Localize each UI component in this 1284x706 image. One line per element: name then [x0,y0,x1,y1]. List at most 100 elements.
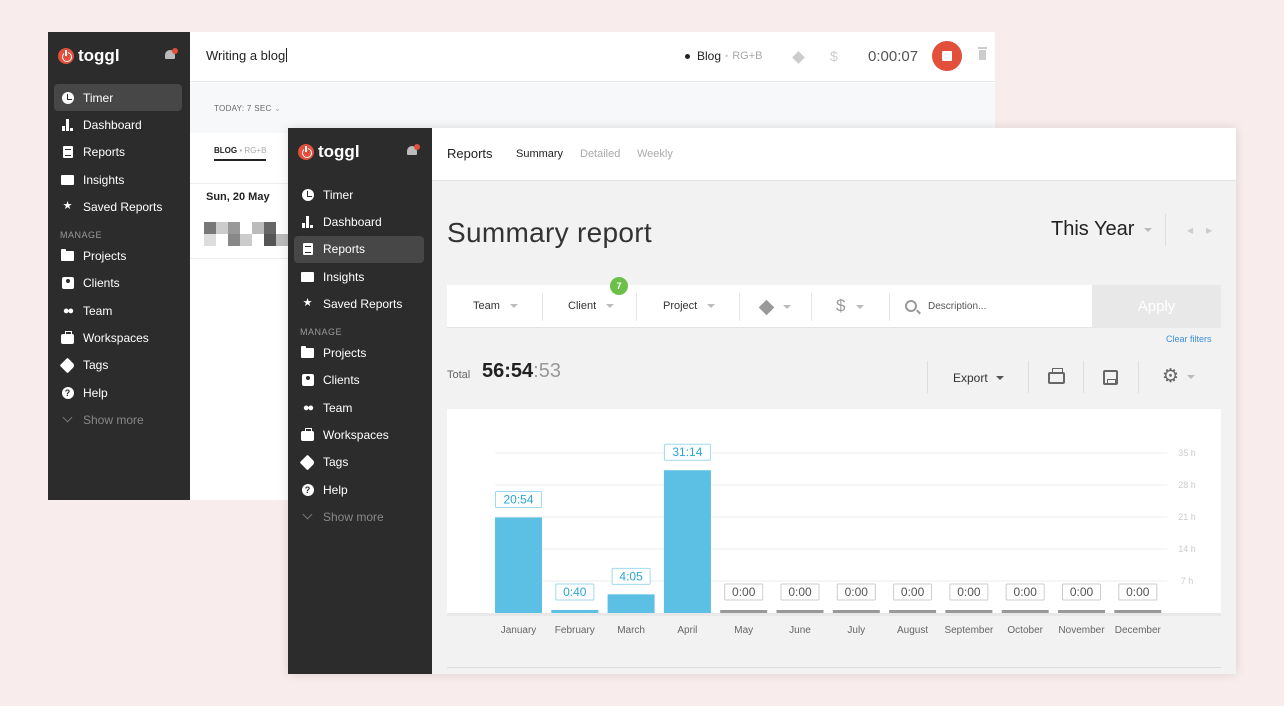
timer-duration: 0:00:07 [868,48,919,65]
sidebar-show-more[interactable]: Show more [54,406,182,433]
filter-bar: Team Client 7 Project $ Description... A… [447,277,1221,328]
export-button[interactable]: Export [953,371,1004,385]
briefcase-icon [301,428,314,442]
team-icon: ●● [302,401,314,414]
project-filter[interactable]: Project [663,300,716,312]
sidebar-item-projects[interactable]: Projects [54,242,182,269]
billable-filter-icon[interactable]: $ [836,296,845,316]
sidebar-item-projects[interactable]: Projects [294,339,424,366]
filter-label: Project [663,300,698,312]
chevron-down-icon[interactable]: ⌄ [274,104,281,113]
project-color-dot [685,53,690,59]
data-label: 0:40 [563,585,587,599]
project-name: Blog [697,49,722,63]
period-selector[interactable]: This Year [1051,218,1153,241]
star-icon: ★ [302,297,313,310]
clear-filters-link[interactable]: Clear filters [1166,334,1212,344]
y-tick-label: 21 h [1178,512,1196,522]
sidebar-item-label: Team [83,303,113,318]
notification-bell-icon[interactable] [164,48,178,61]
sidebar-item-label: Help [83,385,108,400]
timer-project-selector[interactable]: Blog • RG+B [685,49,762,63]
export-label: Export [953,371,988,385]
client-filter[interactable]: Client [568,300,615,312]
sidebar-item-help[interactable]: ? Help [294,476,424,503]
gear-icon[interactable]: ⚙ [1162,365,1179,388]
sidebar-item-tags[interactable]: Tags [54,352,182,379]
bar-chart: 7 h 14 h 21 h 28 h 35 h 20:54 January 0:40 Febru… [447,443,1221,636]
sidebar-item-clients[interactable]: Clients [54,270,182,297]
bar-july [832,610,880,613]
toggl-logo[interactable]: toggl [298,142,360,162]
data-label: 0:00 [732,585,756,599]
description-search-input[interactable]: Description... [928,301,986,312]
chevron-down-icon [61,412,74,426]
sidebar-item-label: Clients [83,276,120,291]
sidebar-item-label: Saved Reports [83,199,163,214]
tab-summary[interactable]: Summary [516,148,563,160]
sidebar-item-workspaces[interactable]: Workspaces [294,421,424,448]
billable-dollar-icon[interactable]: $ [830,48,838,64]
date-label: Sun, 20 May [206,191,270,203]
sidebar-item-team[interactable]: ●● Team [54,297,182,324]
previous-period-icon[interactable]: ◀ [1187,226,1193,235]
chevron-down-icon[interactable] [856,305,864,309]
timer-description-input[interactable]: Writing a blog [206,48,287,63]
sidebar-item-insights[interactable]: Insights [54,166,182,193]
sidebar-item-timer[interactable]: Timer [294,181,424,208]
manage-heading: MANAGE [60,230,103,241]
help-icon: ? [61,386,74,399]
sidebar-item-reports[interactable]: Reports [294,235,424,263]
sidebar-item-dashboard[interactable]: Dashboard [294,208,424,235]
sidebar-show-more[interactable]: Show more [294,503,424,530]
data-label: 0:00 [1126,585,1150,599]
filter-label: Team [473,300,500,312]
sidebar-item-help[interactable]: ? Help [54,379,182,406]
next-period-icon[interactable]: ▶ [1206,226,1212,235]
divider [739,293,740,321]
x-tick-label: August [897,625,928,636]
divider [889,293,890,321]
power-icon [298,144,314,160]
sidebar-item-label: Workspaces [323,428,389,443]
project-filter-tab[interactable]: BLOG • RG+B [214,146,267,161]
team-filter[interactable]: Team [473,300,518,312]
sidebar-item-reports[interactable]: Reports [54,139,182,166]
bar-august [889,610,937,613]
save-icon[interactable] [1103,370,1118,385]
sidebar-item-dashboard[interactable]: Dashboard [54,111,182,138]
stop-timer-button[interactable] [932,41,962,71]
sidebar-item-saved-reports[interactable]: ★ Saved Reports [294,290,424,317]
sidebar-item-label: Dashboard [323,214,382,229]
tab-weekly[interactable]: Weekly [637,148,673,160]
summary-chart: 7 h 14 h 21 h 28 h 35 h 20:54 January 0:40 Febru… [447,409,1221,636]
bar-may [720,610,768,613]
apply-button[interactable]: Apply [1092,285,1221,328]
chevron-down-icon[interactable] [783,305,791,309]
print-icon[interactable] [1048,368,1065,384]
folder-icon [61,249,74,263]
insights-icon [61,173,74,186]
sidebar-item-saved-reports[interactable]: ★ Saved Reports [54,193,182,220]
sidebar-item-insights[interactable]: Insights [294,263,424,290]
x-tick-label: February [555,625,595,636]
separator-dot: • [239,146,243,155]
sidebar-item-workspaces[interactable]: Workspaces [54,324,182,351]
bar-october [1001,610,1049,613]
clock-icon [301,188,314,201]
chevron-down-icon[interactable] [1187,375,1195,379]
notification-bell-icon[interactable] [406,144,420,157]
chevron-down-icon [1144,227,1153,232]
sidebar-item-timer[interactable]: Timer [54,84,182,112]
sidebar-item-team[interactable]: ●● Team [294,394,424,421]
sidebar-item-tags[interactable]: Tags [294,449,424,476]
bar-april [663,470,711,613]
tab-detailed[interactable]: Detailed [580,148,620,160]
toggl-logo[interactable]: toggl [58,46,120,66]
sidebar-item-clients[interactable]: Clients [294,367,424,394]
tag-filter-icon[interactable] [758,299,775,316]
tag-icon[interactable] [792,51,805,64]
trash-icon[interactable] [978,47,987,60]
document-icon [61,146,74,159]
data-label: 4:05 [619,569,643,583]
